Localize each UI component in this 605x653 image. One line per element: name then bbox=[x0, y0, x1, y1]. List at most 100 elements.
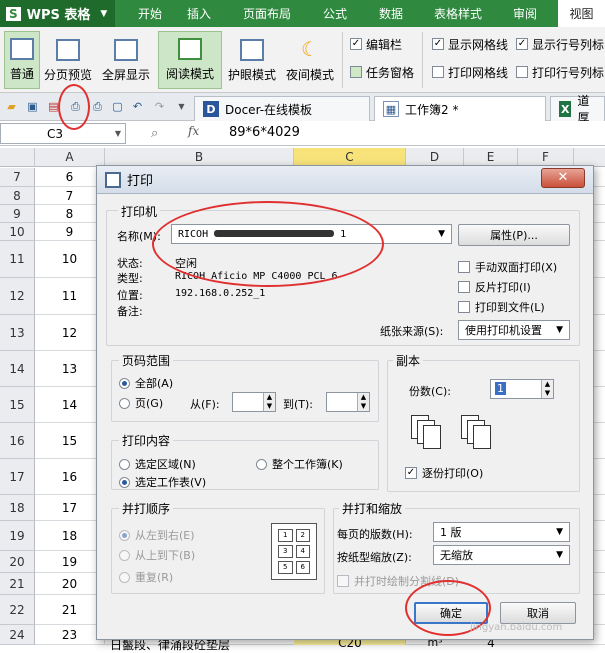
pages-per-sheet-select[interactable]: 1 版 ▼ bbox=[433, 522, 570, 542]
print-preview-icon[interactable]: ⎙ bbox=[90, 99, 105, 114]
menu-data[interactable]: 数据 bbox=[368, 0, 414, 27]
toggle-formula-bar[interactable]: 编辑栏 bbox=[350, 36, 402, 52]
menu-formula[interactable]: 公式 bbox=[312, 0, 358, 27]
range-to-input[interactable]: ▲ ▼ bbox=[326, 392, 370, 412]
name-box[interactable]: C3 ▼ bbox=[0, 123, 126, 144]
duplex-checkbox[interactable]: 手动双面打印(X) bbox=[458, 259, 557, 275]
content-sheet-radio[interactable]: 选定工作表(V) bbox=[119, 474, 206, 490]
menu-review[interactable]: 审阅 bbox=[500, 0, 550, 27]
cell-a[interactable]: 14 bbox=[35, 387, 105, 423]
row-header[interactable]: 11 bbox=[0, 241, 35, 278]
row-header[interactable]: 24 bbox=[0, 625, 35, 645]
collate-pages-icon bbox=[461, 415, 495, 449]
search-function-icon[interactable]: ⌕ bbox=[151, 126, 158, 141]
row-header[interactable]: 15 bbox=[0, 387, 35, 423]
menu-page-layout[interactable]: 页面布局 bbox=[236, 0, 298, 27]
print-to-file-checkbox[interactable]: 打印到文件(L) bbox=[458, 299, 545, 315]
eye-care-mode-button[interactable]: 护眼模式 bbox=[226, 31, 278, 89]
scale-select[interactable]: 无缩放 ▼ bbox=[433, 545, 570, 565]
print-order-title: 并打顺序 bbox=[119, 500, 174, 517]
content-workbook-radio[interactable]: 整个工作簿(K) bbox=[256, 456, 343, 472]
spinner-arrows-icon[interactable]: ▲ ▼ bbox=[263, 393, 275, 411]
toggle-show-gridlines[interactable]: 显示网格线 bbox=[432, 36, 508, 52]
cell-a[interactable]: 11 bbox=[35, 278, 105, 315]
cell-a[interactable]: 17 bbox=[35, 495, 105, 521]
menu-insert[interactable]: 插入 bbox=[176, 0, 222, 27]
cell-a[interactable]: 19 bbox=[35, 551, 105, 573]
range-all-radio[interactable]: 全部(A) bbox=[119, 375, 173, 391]
menu-start[interactable]: 开始 bbox=[127, 0, 173, 27]
row-header[interactable]: 19 bbox=[0, 521, 35, 551]
preview-page-icon[interactable]: ▢ bbox=[110, 99, 125, 114]
row-header[interactable]: 12 bbox=[0, 278, 35, 315]
order-repeat-radio[interactable]: 重复(R) bbox=[119, 569, 173, 585]
row-header[interactable]: 16 bbox=[0, 423, 35, 459]
cell-a[interactable]: 15 bbox=[35, 423, 105, 459]
cell-a[interactable]: 12 bbox=[35, 315, 105, 351]
content-selection-radio[interactable]: 选定区域(N) bbox=[119, 456, 196, 472]
cell-a[interactable]: 10 bbox=[35, 241, 105, 278]
cell-a[interactable]: 16 bbox=[35, 459, 105, 495]
cell-a[interactable]: 9 bbox=[35, 223, 105, 241]
spinner-arrows-icon[interactable]: ▲ ▼ bbox=[357, 393, 369, 411]
row-header[interactable]: 9 bbox=[0, 205, 35, 223]
cell-a[interactable]: 13 bbox=[35, 351, 105, 387]
menu-view[interactable]: 视图 bbox=[558, 0, 605, 27]
collate-checkbox[interactable]: 逐份打印(O) bbox=[405, 465, 483, 481]
cell-a[interactable]: 20 bbox=[35, 573, 105, 595]
cell-a[interactable]: 21 bbox=[35, 595, 105, 625]
paper-source-select[interactable]: 使用打印机设置 ▼ bbox=[458, 320, 570, 340]
range-pages-radio[interactable]: 页(G) bbox=[119, 395, 163, 411]
fullscreen-button[interactable]: 全屏显示 bbox=[100, 31, 152, 89]
range-from-input[interactable]: ▲ ▼ bbox=[232, 392, 276, 412]
reverse-print-checkbox[interactable]: 反片打印(I) bbox=[458, 279, 531, 295]
undo-icon[interactable]: ↶ bbox=[130, 99, 145, 114]
cell-a[interactable]: 23 bbox=[35, 625, 105, 645]
note-label: 备注: bbox=[117, 305, 143, 318]
reading-mode-button[interactable]: 阅读模式 bbox=[158, 31, 222, 89]
row-header[interactable]: 22 bbox=[0, 595, 35, 625]
row-header[interactable]: 10 bbox=[0, 223, 35, 241]
spinner-arrows-icon[interactable]: ▲ ▼ bbox=[541, 380, 553, 398]
toggle-print-gridlines[interactable]: 打印网格线 bbox=[432, 64, 508, 80]
order-top-bottom-radio[interactable]: 从上到下(B) bbox=[119, 547, 195, 563]
row-header[interactable]: 18 bbox=[0, 495, 35, 521]
tab-workbook2[interactable]: ▦ 工作簿2 * bbox=[374, 96, 546, 121]
order-left-right-radio[interactable]: 从左到右(E) bbox=[119, 527, 195, 543]
cell-a[interactable]: 18 bbox=[35, 521, 105, 551]
row-header[interactable]: 17 bbox=[0, 459, 35, 495]
app-menu-button[interactable]: S WPS 表格 ▼ bbox=[0, 0, 115, 27]
copies-title: 副本 bbox=[393, 352, 424, 369]
page-break-preview-button[interactable]: 分页预览 bbox=[42, 31, 94, 89]
redo-icon[interactable]: ↷ bbox=[152, 99, 167, 114]
row-header[interactable]: 8 bbox=[0, 187, 35, 205]
copies-input[interactable]: 1 ▲ ▼ bbox=[490, 379, 554, 399]
select-all-corner[interactable] bbox=[0, 148, 35, 167]
customize-dropdown-icon[interactable]: ▼ bbox=[174, 99, 189, 114]
toggle-print-headers[interactable]: 打印行号列标 bbox=[516, 64, 605, 80]
cancel-button[interactable]: 取消 bbox=[500, 602, 576, 624]
menu-table-style[interactable]: 表格样式 bbox=[426, 0, 490, 27]
open-folder-icon[interactable]: ▰ bbox=[4, 99, 19, 114]
insert-function-icon[interactable]: fx bbox=[188, 124, 199, 138]
row-header[interactable]: 13 bbox=[0, 315, 35, 351]
row-header[interactable]: 20 bbox=[0, 551, 35, 573]
printer-properties-button[interactable]: 属性(P)... bbox=[458, 224, 570, 246]
cell-a[interactable]: 7 bbox=[35, 187, 105, 205]
row-header[interactable]: 21 bbox=[0, 573, 35, 595]
toggle-show-headers[interactable]: 显示行号列标 bbox=[516, 36, 605, 52]
row-header[interactable]: 7 bbox=[0, 168, 35, 187]
docer-icon: D bbox=[203, 101, 219, 117]
normal-view-button[interactable]: 普通 bbox=[4, 31, 40, 89]
formula-input[interactable]: 89*6*4029 bbox=[229, 125, 599, 143]
toggle-task-pane[interactable]: 任务窗格 bbox=[350, 64, 414, 80]
close-button[interactable]: ✕ bbox=[541, 168, 585, 188]
night-mode-button[interactable]: ☾ 夜间模式 bbox=[282, 31, 338, 89]
tab-other-workbook[interactable]: X 道厚 bbox=[550, 94, 605, 125]
cell-a[interactable]: 6 bbox=[35, 168, 105, 187]
cell-a[interactable]: 8 bbox=[35, 205, 105, 223]
save-icon[interactable]: ▣ bbox=[25, 99, 40, 114]
tab-docer-templates[interactable]: D Docer-在线模板 bbox=[194, 96, 370, 121]
column-header-a[interactable]: A bbox=[35, 148, 105, 167]
row-header[interactable]: 14 bbox=[0, 351, 35, 387]
